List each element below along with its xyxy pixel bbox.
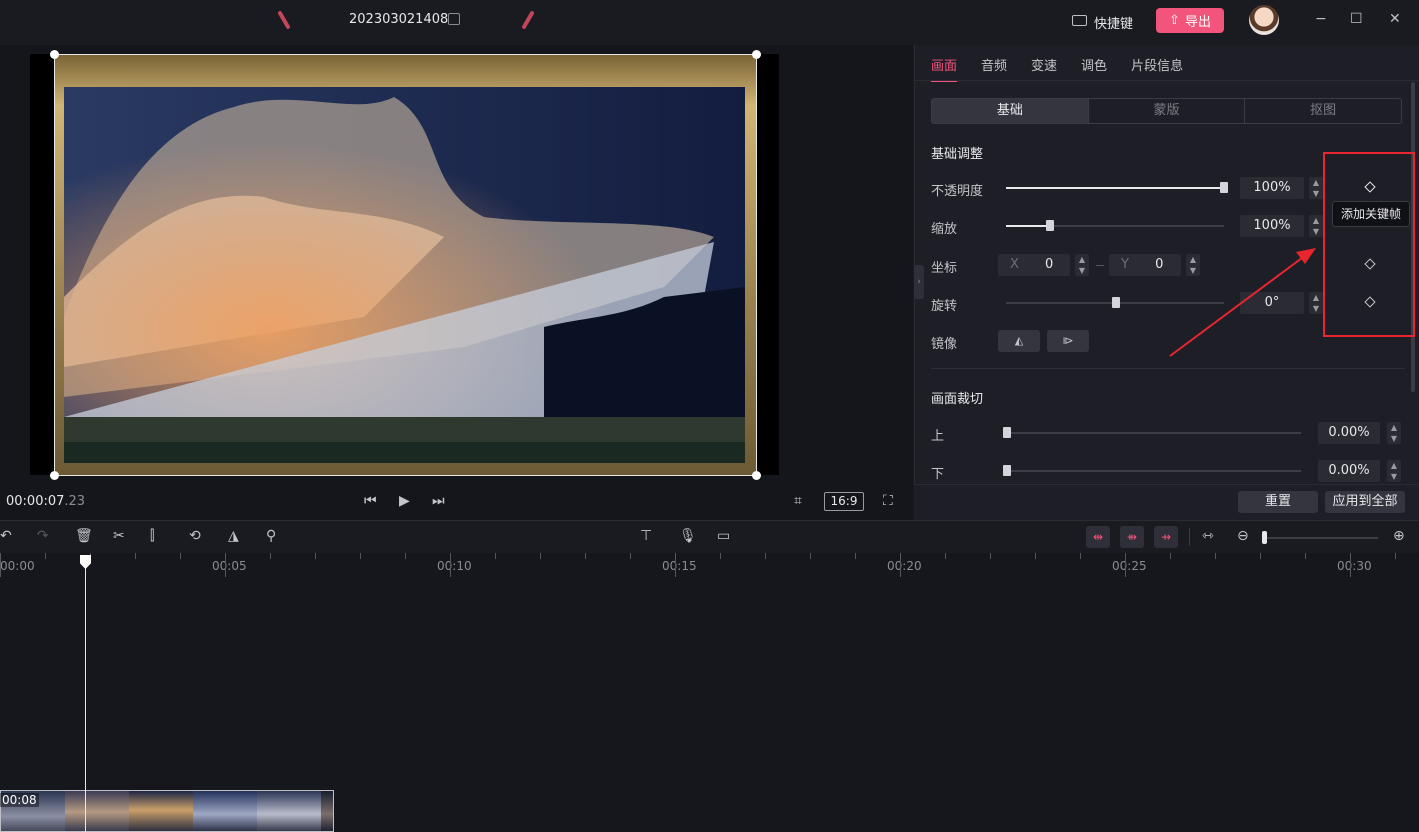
zoom-slider-track[interactable]	[1262, 537, 1378, 539]
ruler-minor-tick	[495, 553, 496, 559]
ruler-minor-tick	[720, 553, 721, 559]
clip-thumbnail	[257, 791, 321, 831]
toolbar-divider	[1189, 528, 1190, 546]
ruler-minor-tick	[1170, 553, 1171, 559]
ruler-minor-tick	[630, 553, 631, 559]
reverse-icon[interactable]: ⟲	[189, 528, 201, 544]
video-clip[interactable]	[0, 790, 334, 832]
ruler-major-tick	[1125, 553, 1126, 577]
zoom-in-icon[interactable]: ⊕	[1393, 528, 1405, 544]
ruler-minor-tick	[810, 553, 811, 559]
ruler-minor-tick	[405, 553, 406, 559]
ruler-minor-tick	[315, 553, 316, 559]
ruler-minor-tick	[1395, 553, 1396, 559]
ruler-minor-tick	[855, 553, 856, 559]
split-icon[interactable]: ⫿	[150, 528, 154, 544]
ruler-minor-tick	[135, 553, 136, 559]
zoom-out-icon[interactable]: ⊖	[1237, 528, 1249, 544]
ruler-minor-tick	[1305, 553, 1306, 559]
ruler-minor-tick	[945, 553, 946, 559]
ruler-minor-tick	[180, 553, 181, 559]
clip-thumbnail	[129, 791, 193, 831]
ruler-minor-tick	[360, 553, 361, 559]
zoom-slider-knob[interactable]	[1262, 531, 1267, 544]
ruler-minor-tick	[1080, 553, 1081, 559]
ruler-major-tick	[225, 553, 226, 577]
ruler-minor-tick	[540, 553, 541, 559]
snap-toggle-button[interactable]: ⇹	[1086, 526, 1110, 548]
ruler-minor-tick	[990, 553, 991, 559]
fit-icon[interactable]: ⇿	[1202, 528, 1214, 544]
ruler-major-tick	[0, 553, 1, 577]
ruler-major-tick	[900, 553, 901, 577]
ruler-label-0: 00:00	[0, 559, 35, 573]
arrow-to-keyframes	[1169, 257, 1303, 357]
ruler-major-tick	[675, 553, 676, 577]
ruler-minor-tick	[1260, 553, 1261, 559]
clip-duration: 00:08	[0, 793, 39, 807]
ruler-label-30: 00:30	[1337, 559, 1372, 573]
ruler-minor-tick	[1215, 553, 1216, 559]
audio-link-button[interactable]: ⇸	[1154, 526, 1178, 548]
timeline-ruler[interactable]: 00:00 00:05 00:10 00:15 00:20 00:25 00:3…	[0, 553, 1419, 577]
ruler-label-25: 00:25	[1112, 559, 1147, 573]
cut-icon[interactable]: ✂	[113, 528, 125, 544]
playhead-line[interactable]	[85, 556, 86, 832]
record-icon[interactable]: ▭	[717, 528, 730, 544]
arrowhead-keyframes	[1296, 248, 1316, 264]
link-toggle-button[interactable]: ⇻	[1120, 526, 1144, 548]
ruler-minor-tick	[45, 553, 46, 559]
mirror-icon[interactable]: ◮	[228, 528, 239, 544]
clip-thumbnail	[65, 791, 129, 831]
ruler-minor-tick	[270, 553, 271, 559]
clip-thumbnail	[321, 791, 333, 831]
ruler-minor-tick	[765, 553, 766, 559]
text-recognize-icon[interactable]: ⊤	[640, 528, 652, 544]
ruler-label-5: 00:05	[212, 559, 247, 573]
redo-icon[interactable]: ↷	[37, 528, 49, 544]
pin-icon[interactable]: ⚲	[266, 528, 276, 544]
ruler-major-tick	[450, 553, 451, 577]
delete-icon[interactable]: 🗑	[75, 528, 93, 544]
ruler-label-15: 00:15	[662, 559, 697, 573]
ruler-minor-tick	[585, 553, 586, 559]
ruler-label-10: 00:10	[437, 559, 472, 573]
clip-thumbnail	[193, 791, 257, 831]
undo-icon[interactable]: ↶	[0, 528, 12, 544]
ruler-label-20: 00:20	[887, 559, 922, 573]
ruler-minor-tick	[1035, 553, 1036, 559]
microphone-icon[interactable]: 🎙	[679, 528, 697, 544]
ruler-major-tick	[1350, 553, 1351, 577]
